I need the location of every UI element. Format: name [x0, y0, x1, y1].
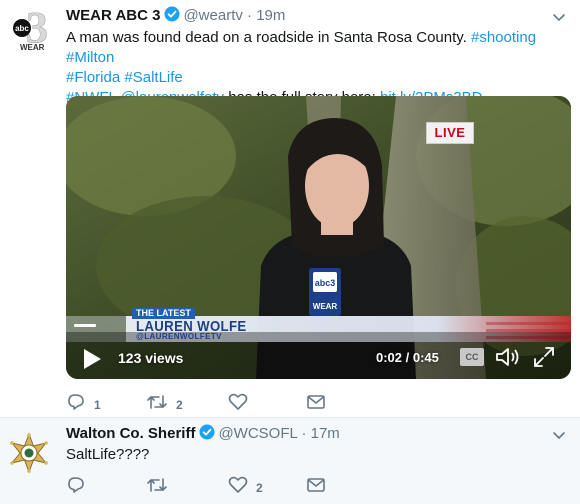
tweet-header: Walton Co. Sheriff @WCSOFL · 17m [66, 424, 340, 444]
chevron-down-icon[interactable] [552, 10, 566, 28]
svg-text:abc: abc [15, 24, 29, 33]
display-name[interactable]: WEAR ABC 3 [66, 7, 160, 24]
hashtag-link[interactable]: #Milton [66, 49, 114, 66]
retweet-count: 2 [176, 397, 183, 412]
volume-icon[interactable] [494, 345, 522, 374]
tweet-actions: 1 2 [66, 393, 366, 413]
separator-dot: · [247, 7, 253, 24]
verified-icon [199, 424, 215, 444]
tweet-wear[interactable]: 3 abc WEAR WEAR ABC 3 @weartv · 19m A man… [0, 0, 580, 417]
separator-dot: · [301, 425, 307, 442]
svg-text:abc3: abc3 [315, 278, 336, 288]
direct-message-button[interactable] [306, 476, 326, 499]
tweet-actions: 2 [66, 476, 366, 496]
like-button[interactable] [228, 393, 256, 416]
hashtag-link[interactable]: #shooting [471, 29, 536, 46]
sheriff-star-badge [10, 432, 48, 474]
live-badge: LIVE [426, 122, 474, 144]
reply-count: 1 [94, 397, 101, 412]
timestamp[interactable]: 17m [311, 425, 340, 442]
heart-icon [228, 393, 248, 416]
tweet-text: SaltLife???? [66, 446, 150, 463]
video-player[interactable]: abc3 WEAR LIVE THE LATEST LAUREN WOLFE @… [66, 96, 571, 379]
timestamp[interactable]: 19m [256, 7, 285, 24]
play-icon[interactable] [82, 348, 102, 375]
closed-captions-button[interactable]: CC [460, 348, 484, 366]
chevron-down-icon[interactable] [552, 428, 566, 446]
wear-abc3-logo: 3 abc WEAR [13, 3, 48, 52]
direct-message-button[interactable] [306, 393, 326, 416]
retweet-icon [146, 476, 168, 499]
video-time: 0:02 / 0:45 [376, 350, 439, 365]
handle[interactable]: @WCSOFL [218, 425, 297, 442]
reply-button[interactable] [66, 476, 94, 499]
tweet-text-part: A man was found dead on a roadside in Sa… [66, 29, 471, 46]
envelope-icon [306, 393, 326, 416]
view-count: 123 views [118, 350, 184, 366]
display-name[interactable]: Walton Co. Sheriff [66, 425, 195, 442]
like-button[interactable]: 2 [228, 476, 263, 499]
video-progress-bar[interactable] [74, 324, 96, 327]
reply-icon [66, 476, 86, 499]
reply-icon [66, 393, 86, 416]
fullscreen-icon[interactable] [532, 345, 556, 374]
verified-icon [164, 6, 180, 26]
lower-third-handle: @LAURENWOLFETV [136, 332, 222, 341]
envelope-icon [306, 476, 326, 499]
avatar[interactable] [8, 432, 50, 474]
handle[interactable]: @weartv [183, 7, 242, 24]
retweet-button[interactable] [146, 476, 176, 499]
retweet-icon [146, 393, 168, 416]
logo-wordmark: WEAR [20, 43, 45, 52]
hashtag-link[interactable]: #Florida [66, 69, 120, 86]
tweet-header: WEAR ABC 3 @weartv · 19m [66, 6, 285, 26]
like-count: 2 [256, 480, 263, 495]
hashtag-link[interactable]: #SaltLife [124, 69, 182, 86]
retweet-button[interactable]: 2 [146, 393, 183, 416]
reply-button[interactable]: 1 [66, 393, 101, 416]
avatar[interactable]: 3 abc WEAR [10, 3, 56, 52]
heart-icon [228, 476, 248, 499]
